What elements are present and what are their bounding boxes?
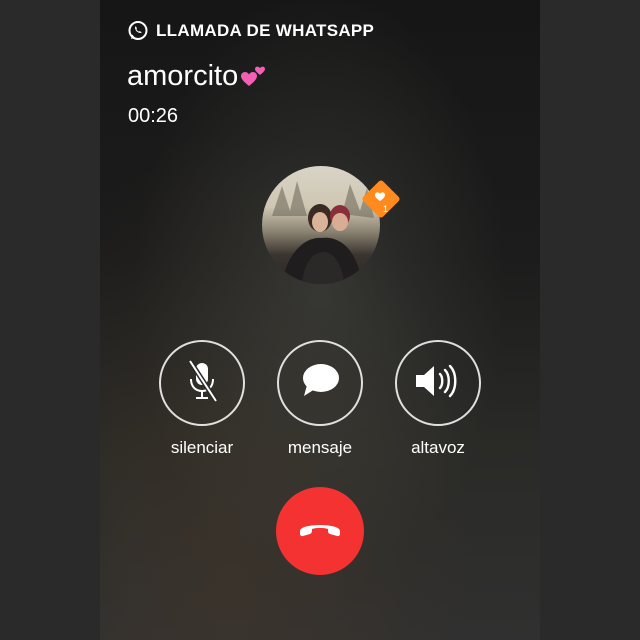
mute-control[interactable]: silenciar	[157, 340, 247, 458]
hang-up-icon	[297, 518, 343, 545]
call-screen: LLAMADA DE WHATSAPP amorcito 00:26 1 sil…	[100, 0, 540, 640]
left-border	[0, 0, 100, 640]
heart-notification-badge: 1	[360, 178, 402, 222]
end-call-button[interactable]	[276, 487, 364, 575]
mute-label: silenciar	[170, 438, 234, 457]
right-border	[540, 0, 640, 640]
speaker-icon	[412, 361, 464, 406]
speaker-control[interactable]: altavoz	[393, 340, 483, 458]
mute-button[interactable]	[159, 340, 245, 426]
badge-count: 1	[383, 204, 388, 214]
muted-microphone-icon	[182, 357, 222, 410]
speaker-label: altavoz	[411, 438, 465, 457]
contact-name: amorcito	[127, 60, 239, 92]
message-button[interactable]	[277, 340, 363, 426]
message-control[interactable]: mensaje	[275, 340, 365, 458]
call-timer: 00:26	[128, 105, 179, 127]
speech-bubble-icon	[298, 361, 342, 406]
contact-info: amorcito	[127, 60, 268, 93]
call-header: LLAMADA DE WHATSAPP	[127, 20, 374, 42]
speaker-button[interactable]	[395, 340, 481, 426]
contact-avatar-wrap: 1	[262, 166, 400, 284]
whatsapp-icon	[127, 20, 149, 42]
app-label: LLAMADA DE WHATSAPP	[156, 21, 375, 40]
message-label: mensaje	[287, 438, 353, 457]
two-hearts-icon	[240, 62, 268, 90]
